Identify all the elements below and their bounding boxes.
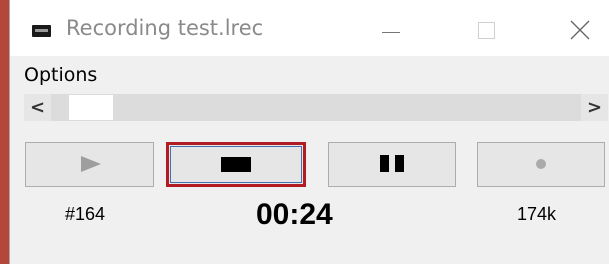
record-icon [536,159,546,169]
stop-button[interactable] [166,142,306,187]
title-bar[interactable]: Recording test.lrec [10,0,609,56]
elapsed-time: 00:24 [256,198,333,231]
minimize-button[interactable] [360,0,420,56]
stop-icon [221,157,251,172]
chevron-right-icon: > [586,97,603,118]
position-scrollbar[interactable]: < > [24,94,608,121]
file-size: 174k [517,204,557,224]
menu-options[interactable]: Options [24,64,97,86]
close-button[interactable] [550,0,609,56]
scroll-right-button[interactable]: > [581,94,608,121]
take-number: #164 [65,204,106,224]
play-button[interactable] [25,142,154,187]
scroll-thumb[interactable] [69,95,113,120]
app-window-icon[interactable] [32,25,51,37]
chevron-left-icon: < [29,97,46,118]
maximize-button[interactable] [456,0,516,56]
recorder-window: Recording test.lrec Options < > #164 00: [9,0,609,264]
pause-icon-bar [395,155,404,172]
pause-button[interactable] [328,142,456,187]
record-button[interactable] [477,142,605,187]
pause-icon [380,155,389,172]
play-icon [81,156,101,172]
menu-bar [10,56,609,88]
window-title: Recording test.lrec [66,16,264,40]
close-icon [570,20,590,40]
scroll-left-button[interactable]: < [24,94,51,121]
